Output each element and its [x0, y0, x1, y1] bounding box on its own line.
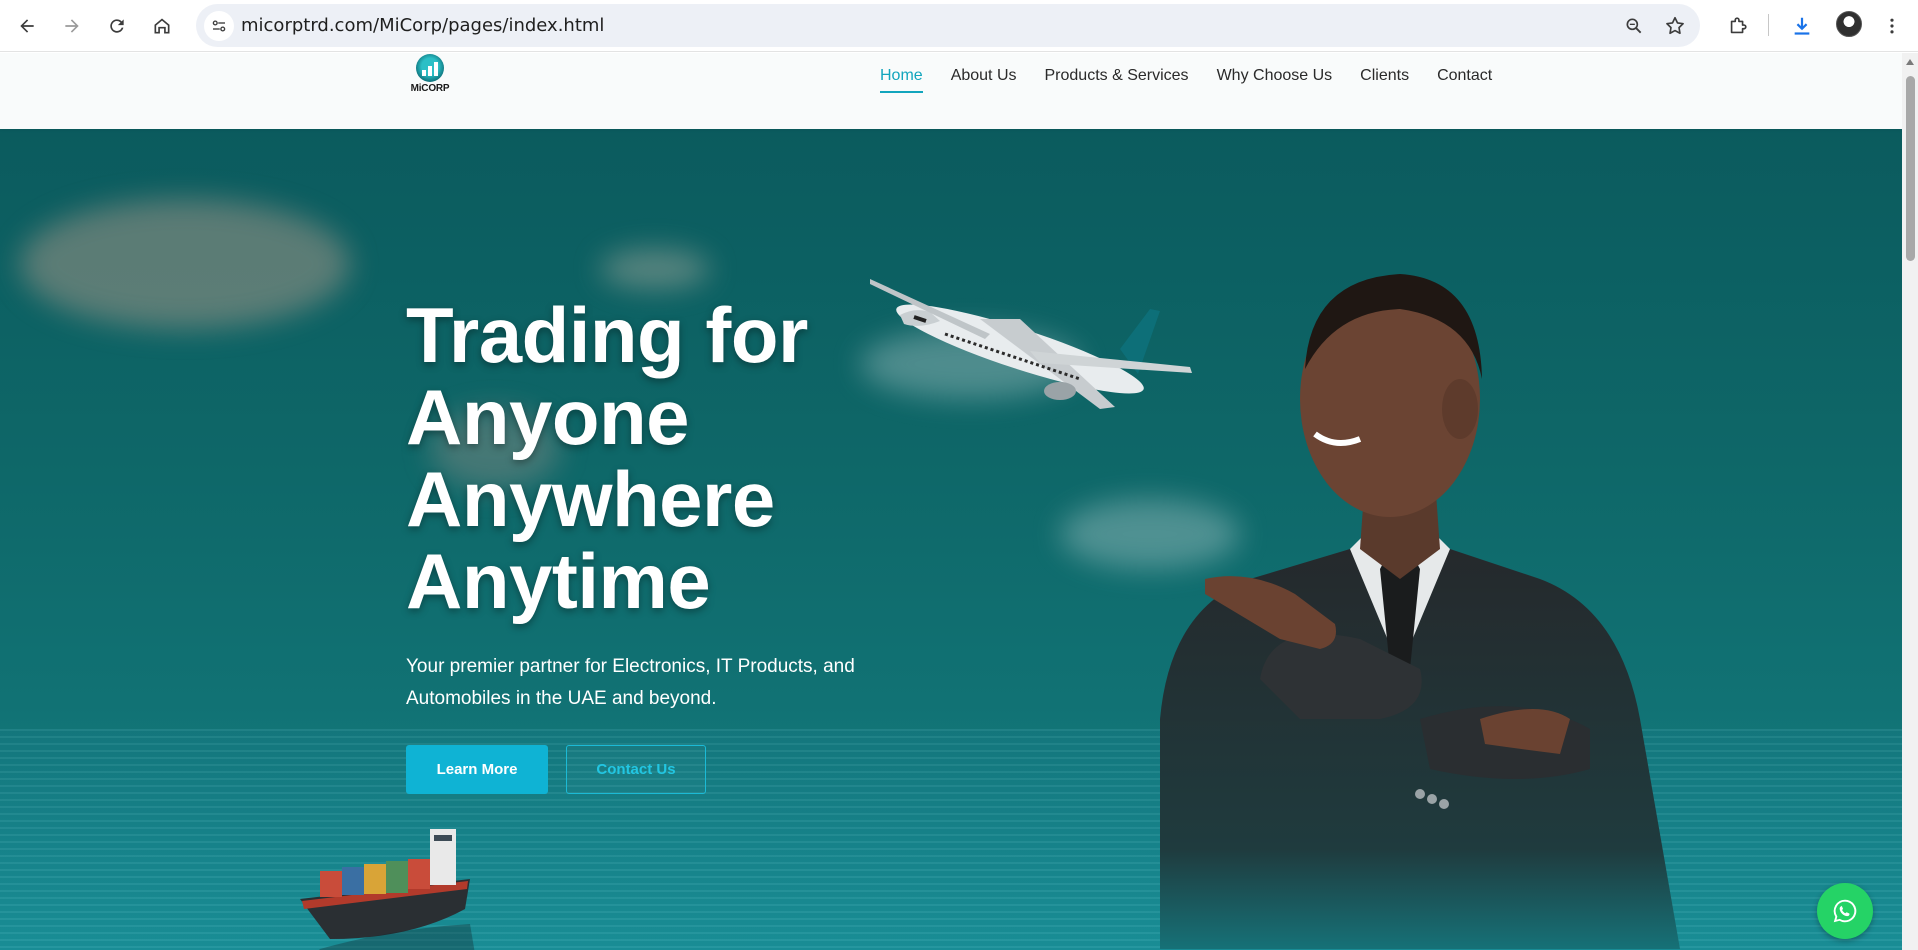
toolbar-separator	[1768, 14, 1769, 36]
learn-more-button[interactable]: Learn More	[406, 745, 548, 794]
web-page: MiCORP Home About Us Products & Services…	[0, 53, 1902, 950]
hero-title: Trading for Anyone Anywhere Anytime	[406, 294, 808, 622]
reload-icon	[110, 19, 124, 33]
businessman-image	[1160, 274, 1680, 949]
nav-home[interactable]: Home	[880, 67, 923, 93]
scrollbar-thumb[interactable]	[1906, 76, 1915, 261]
hero-title-line: Trading for	[406, 291, 808, 379]
zoom-icon	[1626, 18, 1642, 34]
cloud-decoration	[20, 199, 350, 329]
cargo-ship-image	[300, 829, 475, 950]
scroll-up-arrow-icon[interactable]	[1906, 59, 1914, 65]
extensions-icon	[1730, 17, 1747, 34]
site-info-button[interactable]	[204, 11, 234, 41]
hero-subtitle: Your premier partner for Electronics, IT…	[406, 656, 855, 709]
hero-title-line: Anyone	[406, 373, 690, 461]
bookmark-button[interactable]	[1661, 12, 1689, 40]
logo-bars-icon	[422, 62, 438, 76]
home-icon	[154, 18, 170, 34]
nav-why-choose-us[interactable]: Why Choose Us	[1217, 67, 1333, 93]
whatsapp-button[interactable]	[1817, 883, 1873, 939]
profile-avatar[interactable]	[1836, 11, 1862, 37]
contact-us-button[interactable]: Contact Us	[566, 745, 706, 794]
hero-title-line: Anytime	[406, 537, 711, 625]
browser-toolbar: micorptrd.com/MiCorp/pages/index.html	[0, 0, 1918, 52]
whatsapp-icon	[1833, 899, 1857, 923]
back-button[interactable]	[9, 8, 45, 44]
forward-arrow-icon	[65, 19, 79, 33]
nav-about-us[interactable]: About Us	[951, 67, 1017, 93]
site-info-icon	[212, 20, 226, 32]
hero-section: Trading for Anyone Anywhere Anytime Your…	[0, 129, 1902, 950]
site-logo[interactable]: MiCORP	[408, 54, 452, 98]
more-menu-icon	[1890, 18, 1894, 34]
home-button[interactable]	[144, 8, 180, 44]
site-header: MiCORP Home About Us Products & Services…	[0, 53, 1902, 129]
forward-button[interactable]	[54, 8, 90, 44]
address-bar[interactable]: micorptrd.com/MiCorp/pages/index.html	[196, 4, 1700, 47]
more-menu-button[interactable]	[1878, 8, 1906, 44]
nav-clients[interactable]: Clients	[1360, 67, 1409, 93]
extensions-button[interactable]	[1720, 8, 1756, 44]
download-icon	[1794, 17, 1810, 35]
hero-title-line: Anywhere	[406, 455, 775, 543]
logo-text: MiCORP	[410, 83, 450, 94]
bookmark-star-icon	[1666, 16, 1684, 35]
reload-button[interactable]	[99, 8, 135, 44]
nav-contact[interactable]: Contact	[1437, 67, 1492, 93]
downloads-button[interactable]	[1784, 8, 1820, 44]
back-arrow-icon	[20, 19, 34, 33]
zoom-button[interactable]	[1620, 12, 1648, 40]
main-nav: Home About Us Products & Services Why Ch…	[880, 67, 1492, 93]
nav-products-services[interactable]: Products & Services	[1045, 67, 1189, 93]
page-scrollbar[interactable]	[1902, 53, 1918, 950]
cloud-decoration	[600, 249, 710, 289]
url-text[interactable]: micorptrd.com/MiCorp/pages/index.html	[241, 15, 604, 36]
